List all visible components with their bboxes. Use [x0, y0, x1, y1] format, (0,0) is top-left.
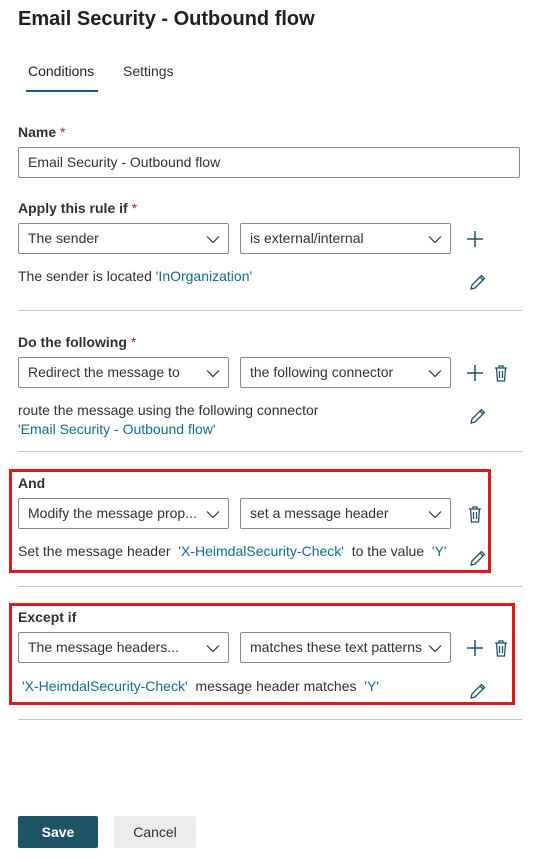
chevron-down-icon — [428, 511, 442, 519]
except-operator-dropdown[interactable]: matches these text patterns — [240, 632, 451, 663]
action-description-line1: route the message using the following co… — [18, 402, 319, 418]
except-condition-dropdown[interactable]: The message headers... — [18, 632, 229, 663]
add-exception-icon[interactable] — [465, 638, 485, 658]
chevron-down-icon — [206, 236, 220, 244]
cancel-button[interactable]: Cancel — [114, 816, 196, 848]
name-label-text: Name — [18, 124, 57, 140]
and-action-dropdown[interactable]: Modify the message prop... — [18, 498, 229, 529]
apply-rule-operator-dropdown[interactable]: is external/internal — [240, 223, 451, 254]
apply-rule-label: Apply this rule if * — [18, 200, 137, 216]
description-text: to the value — [351, 543, 425, 559]
do-following-label: Do the following * — [18, 334, 136, 350]
delete-trash-icon[interactable] — [465, 504, 485, 524]
tab-settings[interactable]: Settings — [123, 63, 174, 79]
chevron-down-icon — [206, 645, 220, 653]
except-label: Except if — [18, 609, 77, 625]
except-description: 'X-HeimdalSecurity-Check' message header… — [22, 678, 379, 694]
required-mark: * — [130, 334, 137, 350]
dropdown-value: The sender — [28, 230, 99, 246]
edit-pencil-icon[interactable] — [468, 272, 488, 292]
dropdown-value: matches these text patterns — [250, 639, 422, 655]
chevron-down-icon — [428, 236, 442, 244]
page-title: Email Security - Outbound flow — [18, 8, 315, 30]
description-text: message header matches — [195, 678, 357, 694]
and-label: And — [18, 475, 46, 491]
and-target-dropdown[interactable]: set a message header — [240, 498, 451, 529]
description-value-link[interactable]: 'InOrganization' — [156, 268, 252, 284]
description-text: Set the message header — [18, 543, 171, 559]
add-action-icon[interactable] — [465, 363, 485, 383]
dropdown-value: the following connector — [250, 364, 394, 380]
header-value-link[interactable]: 'Y' — [432, 543, 447, 559]
header-name-link[interactable]: 'X-HeimdalSecurity-Check' — [22, 678, 188, 694]
apply-rule-condition-dropdown[interactable]: The sender — [18, 223, 229, 254]
delete-trash-icon[interactable] — [491, 363, 511, 383]
apply-rule-description: The sender is located 'InOrganization' — [18, 268, 252, 284]
chevron-down-icon — [428, 370, 442, 378]
edit-pencil-icon[interactable] — [468, 548, 488, 568]
header-name-link[interactable]: 'X-HeimdalSecurity-Check' — [178, 543, 344, 559]
section-divider — [18, 310, 522, 311]
chevron-down-icon — [206, 511, 220, 519]
dropdown-value: The message headers... — [28, 639, 179, 655]
required-mark: * — [60, 124, 66, 140]
action-dropdown[interactable]: Redirect the message to — [18, 357, 229, 388]
tab-conditions[interactable]: Conditions — [28, 63, 94, 79]
edit-pencil-icon[interactable] — [468, 681, 488, 701]
name-label: Name * — [18, 124, 65, 140]
and-description: Set the message header 'X-HeimdalSecurit… — [18, 543, 447, 559]
chevron-down-icon — [206, 370, 220, 378]
action-description-value-link[interactable]: 'Email Security - Outbound flow' — [18, 421, 216, 437]
section-divider — [18, 586, 522, 587]
do-following-label-text: Do the following — [18, 334, 127, 350]
action-target-dropdown[interactable]: the following connector — [240, 357, 451, 388]
header-value-link[interactable]: 'Y' — [364, 678, 379, 694]
edit-pencil-icon[interactable] — [468, 406, 488, 426]
required-mark: * — [131, 200, 138, 216]
description-text: The sender is located — [18, 268, 152, 284]
add-condition-icon[interactable] — [465, 229, 485, 249]
delete-trash-icon[interactable] — [491, 638, 511, 658]
dropdown-value: Redirect the message to — [28, 364, 180, 380]
dropdown-value: set a message header — [250, 505, 389, 521]
chevron-down-icon — [428, 645, 442, 653]
section-divider — [18, 719, 522, 720]
dropdown-value: is external/internal — [250, 230, 364, 246]
save-button[interactable]: Save — [18, 816, 98, 848]
tab-selected-indicator — [26, 90, 98, 92]
section-divider — [18, 451, 522, 452]
apply-rule-label-text: Apply this rule if — [18, 200, 128, 216]
dropdown-value: Modify the message prop... — [28, 505, 197, 521]
name-input[interactable]: Email Security - Outbound flow — [18, 147, 520, 178]
